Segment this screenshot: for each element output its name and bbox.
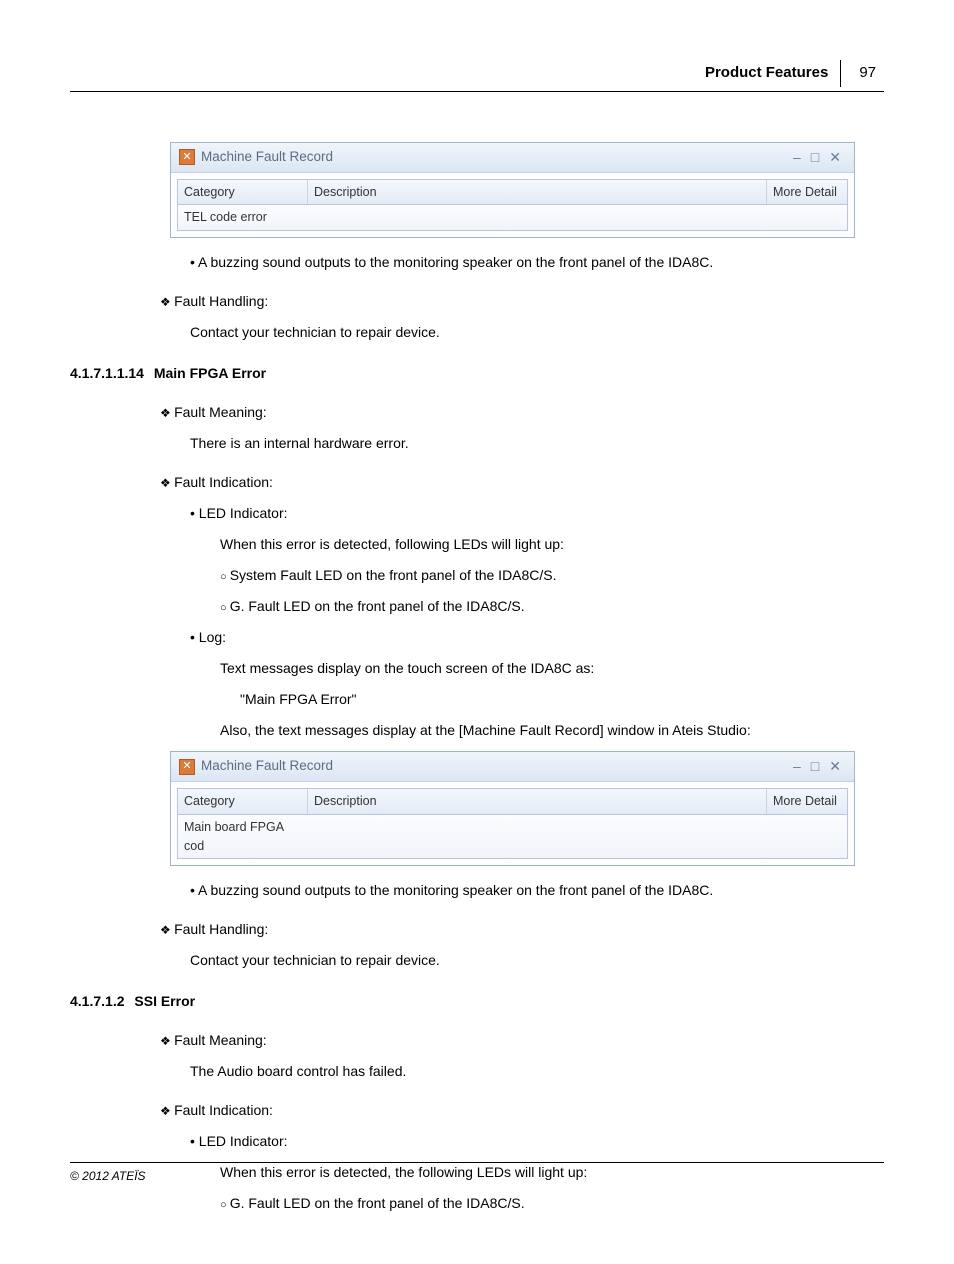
window-title: Machine Fault Record (201, 756, 333, 776)
window-title: Machine Fault Record (201, 147, 333, 167)
cell-category: Main board FPGA cod (178, 815, 308, 859)
led-indicator-label: LED Indicator: (190, 503, 884, 524)
maximize-icon[interactable]: □ (806, 147, 824, 168)
fault-handling-label: Fault Handling: (160, 919, 884, 940)
col-description: Description (308, 789, 767, 814)
app-icon: ✕ (179, 149, 195, 165)
body-text: System Fault LED on the front panel of t… (220, 565, 884, 586)
window-titlebar: ✕ Machine Fault Record – □ ✕ (171, 143, 854, 173)
cell-more-detail (767, 205, 847, 230)
fault-grid: Category Description More Detail Main bo… (177, 788, 848, 859)
fault-handling-label: Fault Handling: (160, 291, 884, 312)
body-text: G. Fault LED on the front panel of the I… (220, 1193, 884, 1214)
col-description: Description (308, 180, 767, 205)
col-more-detail: More Detail (767, 789, 847, 814)
cell-description (308, 815, 767, 859)
body-text: A buzzing sound outputs to the monitorin… (190, 252, 884, 273)
fault-indication-label: Fault Indication: (160, 472, 884, 493)
grid-header: Category Description More Detail (178, 180, 847, 206)
body-text: There is an internal hardware error. (190, 433, 884, 454)
table-row[interactable]: TEL code error (178, 205, 847, 230)
body-text: A buzzing sound outputs to the monitorin… (190, 880, 884, 901)
body-text: The Audio board control has failed. (190, 1061, 884, 1082)
footer-copyright: © 2012 ATEÏS (70, 1162, 884, 1185)
header-title: Product Features (705, 60, 841, 87)
section-title: Main FPGA Error (154, 365, 266, 381)
section-heading: 4.1.7.1.1.14 Main FPGA Error (70, 363, 884, 384)
table-row[interactable]: Main board FPGA cod (178, 815, 847, 859)
fault-meaning-label: Fault Meaning: (160, 1030, 884, 1051)
cell-more-detail (767, 815, 847, 859)
section-number: 4.1.7.1.1.14 (70, 363, 144, 384)
body-text: Text messages display on the touch scree… (220, 658, 884, 679)
body-text: Contact your technician to repair device… (190, 322, 884, 343)
close-icon[interactable]: ✕ (824, 756, 846, 777)
body-text: Contact your technician to repair device… (190, 950, 884, 971)
app-icon: ✕ (179, 759, 195, 775)
col-category: Category (178, 180, 308, 205)
window-titlebar: ✕ Machine Fault Record – □ ✕ (171, 752, 854, 782)
body-text: G. Fault LED on the front panel of the I… (220, 596, 884, 617)
body-text: "Main FPGA Error" (240, 689, 884, 710)
fault-indication-label: Fault Indication: (160, 1100, 884, 1121)
log-label: Log: (190, 627, 884, 648)
fault-meaning-label: Fault Meaning: (160, 402, 884, 423)
grid-header: Category Description More Detail (178, 789, 847, 815)
body-text: Also, the text messages display at the [… (220, 720, 884, 741)
maximize-icon[interactable]: □ (806, 756, 824, 777)
led-indicator-label: LED Indicator: (190, 1131, 884, 1152)
cell-category: TEL code error (178, 205, 308, 230)
page-header: Product Features 97 (70, 60, 884, 92)
minimize-icon[interactable]: – (788, 756, 806, 777)
cell-description (308, 205, 767, 230)
body-text: When this error is detected, following L… (220, 534, 884, 555)
col-category: Category (178, 789, 308, 814)
close-icon[interactable]: ✕ (824, 147, 846, 168)
col-more-detail: More Detail (767, 180, 847, 205)
section-heading: 4.1.7.1.2 SSI Error (70, 991, 884, 1012)
machine-fault-record-window-2: ✕ Machine Fault Record – □ ✕ Category De… (170, 751, 855, 866)
minimize-icon[interactable]: – (788, 147, 806, 168)
section-number: 4.1.7.1.2 (70, 991, 125, 1012)
machine-fault-record-window-1: ✕ Machine Fault Record – □ ✕ Category De… (170, 142, 855, 239)
section-title: SSI Error (134, 993, 195, 1009)
header-page-number: 97 (841, 60, 884, 87)
fault-grid: Category Description More Detail TEL cod… (177, 179, 848, 232)
